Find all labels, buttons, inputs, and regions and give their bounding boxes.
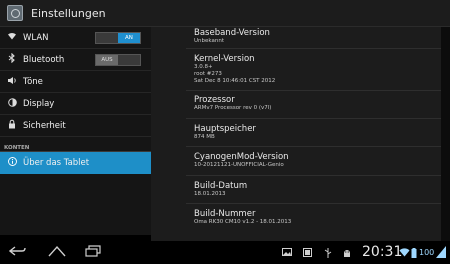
bluetooth-icon <box>5 52 19 66</box>
divider <box>186 90 441 91</box>
divider <box>186 118 441 119</box>
info-value: Oma RK30 CM10 v1.2 - 18.01.2013 <box>194 219 292 225</box>
notification-icon <box>303 248 312 259</box>
info-kernel[interactable]: Kernel-Version 3.0.8+ root #273 Sat Dec … <box>194 54 275 85</box>
sidebar-item-label: Display <box>23 98 55 109</box>
brightness-icon <box>5 97 19 110</box>
sidebar-item-sicherheit[interactable]: Sicherheit <box>0 115 151 137</box>
info-prozessor[interactable]: Prozessor ARMv7 Processor rev 0 (v7l) <box>194 95 271 112</box>
info-value: ARMv7 Processor rev 0 (v7l) <box>194 105 272 111</box>
scroll-track <box>441 27 450 241</box>
sidebar-item-wlan[interactable]: WLAN AN <box>0 27 151 49</box>
info-title: Build-Datum <box>194 181 248 191</box>
info-value: 874 MB <box>194 134 215 140</box>
info-icon <box>5 157 19 169</box>
info-title: CyanogenMod-Version <box>194 152 289 162</box>
divider <box>186 146 441 147</box>
sidebar-item-label: WLAN <box>23 32 49 43</box>
info-title: Prozessor <box>194 95 235 105</box>
info-title: Kernel-Version <box>194 54 255 64</box>
sidebar-item-label: Töne <box>23 76 43 87</box>
info-cyanogenmod[interactable]: CyanogenMod-Version 10-20121121-UNOFFICI… <box>194 152 289 169</box>
recent-apps-button[interactable] <box>84 245 102 261</box>
signal-bars-icon <box>436 246 446 260</box>
sidebar-item-label: Sicherheit <box>23 120 66 131</box>
gallery-icon <box>282 248 292 258</box>
settings-app-icon[interactable] <box>7 5 23 21</box>
wifi-icon <box>5 32 19 43</box>
home-button[interactable] <box>47 245 67 261</box>
battery-level: 100 <box>419 248 435 257</box>
info-hauptspeicher[interactable]: Hauptspeicher 874 MB <box>194 124 256 141</box>
battery-icon <box>411 248 417 260</box>
info-value: 10-20121121-UNOFFICIAL-Genio <box>194 162 284 168</box>
toggle-off-label <box>96 33 118 43</box>
action-bar: Einstellungen <box>0 0 450 27</box>
clock: 20:31 <box>362 244 403 260</box>
usb-icon <box>324 248 332 260</box>
sidebar-item-display[interactable]: Display <box>0 93 151 115</box>
back-button[interactable] <box>8 245 27 261</box>
wlan-toggle[interactable]: AN <box>95 31 141 44</box>
lock-icon <box>5 119 19 132</box>
bluetooth-toggle[interactable]: AUS <box>95 53 141 66</box>
info-build-nummer[interactable]: Build-Nummer Oma RK30 CM10 v1.2 - 18.01.… <box>194 209 291 226</box>
info-value: Sat Dec 8 10:46:01 CST 2012 <box>194 78 276 84</box>
volume-icon <box>5 76 19 88</box>
sidebar-item-about-tablet[interactable]: Über das Tablet <box>0 152 151 174</box>
divider <box>186 203 441 204</box>
info-build-datum[interactable]: Build-Datum 18.01.2013 <box>194 181 247 198</box>
sidebar-item-bluetooth[interactable]: Bluetooth AUS <box>0 49 151 71</box>
divider <box>186 48 441 49</box>
system-bar: 20:31 100 <box>0 241 450 264</box>
info-title: Build-Nummer <box>194 209 256 219</box>
info-value: 18.01.2013 <box>194 191 226 197</box>
info-value: Unbekannt <box>194 38 224 44</box>
info-title: Baseband-Version <box>194 28 270 38</box>
about-tablet-panel: Baseband-Version Unbekannt Kernel-Versio… <box>151 27 441 241</box>
info-value: root #273 <box>194 71 222 77</box>
wifi-signal-icon <box>399 248 410 259</box>
section-header-konten: KONTEN <box>0 137 151 152</box>
page-title: Einstellungen <box>31 6 106 20</box>
toggle-on-label <box>118 55 140 65</box>
info-baseband[interactable]: Baseband-Version Unbekannt <box>194 28 270 45</box>
toggle-off-label: AUS <box>96 54 118 65</box>
sidebar-item-label: Bluetooth <box>23 54 65 65</box>
sidebar-item-toene[interactable]: Töne <box>0 71 151 93</box>
settings-sidebar: WLAN AN Bluetooth AUS Töne Display Siche… <box>0 27 151 235</box>
info-value: 3.0.8+ <box>194 64 213 70</box>
divider <box>186 175 441 176</box>
info-title: Hauptspeicher <box>194 124 256 134</box>
android-debug-icon <box>342 248 352 260</box>
sidebar-item-label: Über das Tablet <box>23 158 90 168</box>
toggle-on-label: AN <box>118 32 140 43</box>
